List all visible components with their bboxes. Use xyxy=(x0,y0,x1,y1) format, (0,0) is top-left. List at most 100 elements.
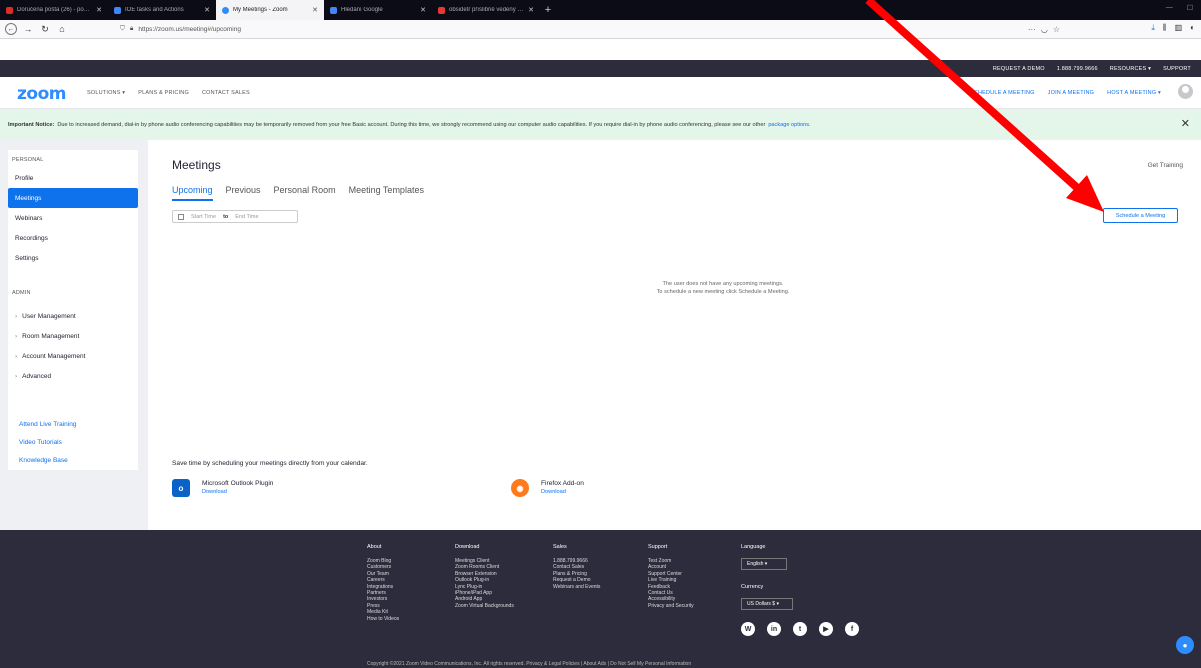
sidebar-icon[interactable]: ▥ xyxy=(1175,23,1183,33)
twitter-icon[interactable]: t xyxy=(793,622,807,636)
notice-text: Due to increased demand, dial-in by phon… xyxy=(57,121,766,128)
language-select[interactable]: English ▾ xyxy=(741,558,787,570)
browser-tab[interactable]: Hledání Google ✕ xyxy=(324,0,432,20)
calendar-icon xyxy=(178,213,184,220)
tab-label: obsidetr příslibně vedený do - xyxy=(449,7,525,13)
nav-schedule-meeting[interactable]: SCHEDULE A MEETING xyxy=(970,90,1035,96)
sidebar-item-meetings[interactable]: Meetings xyxy=(8,188,138,208)
zoom-logo[interactable]: zoom xyxy=(17,84,66,104)
outlook-plugin-name: Microsoft Outlook Plugin xyxy=(202,480,274,487)
chat-icon[interactable]: ● xyxy=(1176,636,1194,654)
date-range-picker[interactable]: Start Time to End Time xyxy=(172,210,298,223)
bookmark-star-icon[interactable]: ☆ xyxy=(1053,25,1060,34)
tab-label: Doručená pošta (26) - pokar... xyxy=(17,7,93,13)
youtube-icon[interactable]: ▶ xyxy=(819,622,833,636)
zoom-favicon-icon xyxy=(222,6,229,14)
footer-link[interactable]: How to Videos xyxy=(367,616,399,622)
tab-close-icon[interactable]: ✕ xyxy=(204,6,210,14)
sidebar-item-settings[interactable]: Settings xyxy=(8,248,138,268)
browser-tab-bar: Doručená pošta (26) - pokar... ✕ IOE tas… xyxy=(0,0,1201,20)
currency-select[interactable]: US Dollars $ ▾ xyxy=(741,598,793,610)
package-options-link[interactable]: package options. xyxy=(768,122,810,128)
chevron-right-icon: › xyxy=(15,312,18,320)
start-time-input[interactable]: Start Time xyxy=(191,214,216,220)
outlook-plugin: o Microsoft Outlook Plugin Download xyxy=(172,479,273,497)
sidebar-item-profile[interactable]: Profile xyxy=(8,168,138,188)
browser-tab[interactable]: IOE tasks and Actions ✕ xyxy=(108,0,216,20)
download-icon[interactable]: ⤓ xyxy=(1151,23,1155,33)
reload-icon[interactable]: ↻ xyxy=(39,23,51,35)
page-actions-icon[interactable]: ··· xyxy=(1028,25,1036,34)
sidebar-item-label: Account Management xyxy=(22,352,86,360)
tab-close-icon[interactable]: ✕ xyxy=(312,6,318,14)
footer-link[interactable]: Zoom Virtual Backgrounds xyxy=(455,603,514,609)
video-tutorials-link[interactable]: Video Tutorials xyxy=(8,433,76,451)
sidebar-item-label: Room Management xyxy=(22,332,80,340)
browser-tab-active[interactable]: My Meetings - Zoom ✕ xyxy=(216,0,324,20)
forward-arrow-icon[interactable]: → xyxy=(22,23,34,35)
close-icon[interactable]: ✕ xyxy=(1181,117,1190,130)
linkedin-icon[interactable]: in xyxy=(767,622,781,636)
sidebar-item-label: Advanced xyxy=(22,372,52,380)
extension-icon[interactable]: ◐ xyxy=(1190,23,1195,33)
url-text: https://zoom.us/meeting#/upcoming xyxy=(138,25,241,33)
nav-plans-pricing[interactable]: PLANS & PRICING xyxy=(138,90,189,96)
wordpress-icon[interactable]: W xyxy=(741,622,755,636)
nav-solutions[interactable]: SOLUTIONS ▾ xyxy=(87,90,125,96)
footer-link[interactable]: Privacy and Security xyxy=(648,603,694,609)
schedule-meeting-button[interactable]: Schedule a Meeting xyxy=(1103,208,1178,223)
browser-tab[interactable]: Doručená pošta (26) - pokar... ✕ xyxy=(0,0,108,20)
tab-meeting-templates[interactable]: Meeting Templates xyxy=(349,185,424,201)
tab-previous[interactable]: Previous xyxy=(226,185,261,201)
home-icon[interactable]: ⌂ xyxy=(56,23,68,35)
avatar[interactable] xyxy=(1178,84,1193,99)
firefox-download-link[interactable]: Download xyxy=(541,488,584,497)
tab-personal-room[interactable]: Personal Room xyxy=(274,185,336,201)
empty-line-1: The user does not have any upcoming meet… xyxy=(662,281,784,287)
library-icon[interactable]: ⫼ xyxy=(1163,23,1167,33)
facebook-icon[interactable]: f xyxy=(845,622,859,636)
resources-menu[interactable]: RESOURCES ▾ xyxy=(1110,66,1151,72)
footer-col-heading: About xyxy=(367,544,382,550)
seznam-favicon-icon xyxy=(438,6,445,14)
request-demo-link[interactable]: REQUEST A DEMO xyxy=(993,66,1045,72)
tab-upcoming[interactable]: Upcoming xyxy=(172,185,213,201)
currency-heading: Currency xyxy=(741,584,764,590)
sidebar-item-advanced[interactable]: › Advanced xyxy=(8,366,138,386)
admin-header: ADMIN xyxy=(12,290,31,296)
chevron-right-icon: › xyxy=(15,372,18,380)
pocket-icon[interactable]: ◡ xyxy=(1041,25,1048,34)
browser-tab[interactable]: obsidetr příslibně vedený do - ✕ xyxy=(432,0,540,20)
attend-live-training-link[interactable]: Attend Live Training xyxy=(8,415,76,433)
footer-col-about: About Zoom Blog Customers Our Team Caree… xyxy=(367,544,399,622)
firefox-icon: ◉ xyxy=(511,479,529,497)
support-link[interactable]: SUPPORT xyxy=(1163,66,1191,72)
knowledge-base-link[interactable]: Knowledge Base xyxy=(8,451,76,469)
sidebar-item-room-management[interactable]: › Room Management xyxy=(8,326,138,346)
tab-close-icon[interactable]: ✕ xyxy=(528,6,534,14)
new-tab-button[interactable]: + xyxy=(540,0,556,20)
tab-close-icon[interactable]: ✕ xyxy=(420,6,426,14)
meetings-panel: Meetings Get Training Upcoming Previous … xyxy=(148,140,1201,530)
get-training-link[interactable]: Get Training xyxy=(1148,162,1183,169)
copyright-text: Copyright ©2021 Zoom Video Communication… xyxy=(367,661,692,667)
nav-join-meeting[interactable]: JOIN A MEETING xyxy=(1048,90,1095,96)
sidebar-item-recordings[interactable]: Recordings xyxy=(8,228,138,248)
tab-close-icon[interactable]: ✕ xyxy=(96,6,102,14)
end-time-input[interactable]: End Time xyxy=(235,214,258,220)
back-arrow-icon[interactable]: ← xyxy=(5,23,17,35)
nav-host-meeting[interactable]: HOST A MEETING ▾ xyxy=(1107,90,1161,96)
sidebar-item-account-management[interactable]: › Account Management xyxy=(8,346,138,366)
outlook-download-link[interactable]: Download xyxy=(202,488,273,497)
footer-link[interactable]: Webinars and Events xyxy=(553,584,600,590)
sidebar-item-user-management[interactable]: › User Management xyxy=(8,306,138,326)
sidebar-item-webinars[interactable]: Webinars xyxy=(8,208,138,228)
url-bar[interactable]: ⛉ 🔒︎ https://zoom.us/meeting#/upcoming ·… xyxy=(120,22,1060,36)
nav-contact-sales[interactable]: CONTACT SALES xyxy=(202,90,250,96)
firefox-addon-name: Firefox Add-on xyxy=(541,480,584,487)
toolbar-right: ⤓ ⫼ ▥ ◐ xyxy=(1151,23,1195,33)
maximize-button[interactable]: ☐ xyxy=(1187,4,1193,12)
footer-col-support: Support Test Zoom Account Support Center… xyxy=(648,544,694,609)
minimize-button[interactable]: — xyxy=(1166,4,1173,12)
zoom-header: zoom SOLUTIONS ▾ PLANS & PRICING CONTACT… xyxy=(0,77,1201,109)
